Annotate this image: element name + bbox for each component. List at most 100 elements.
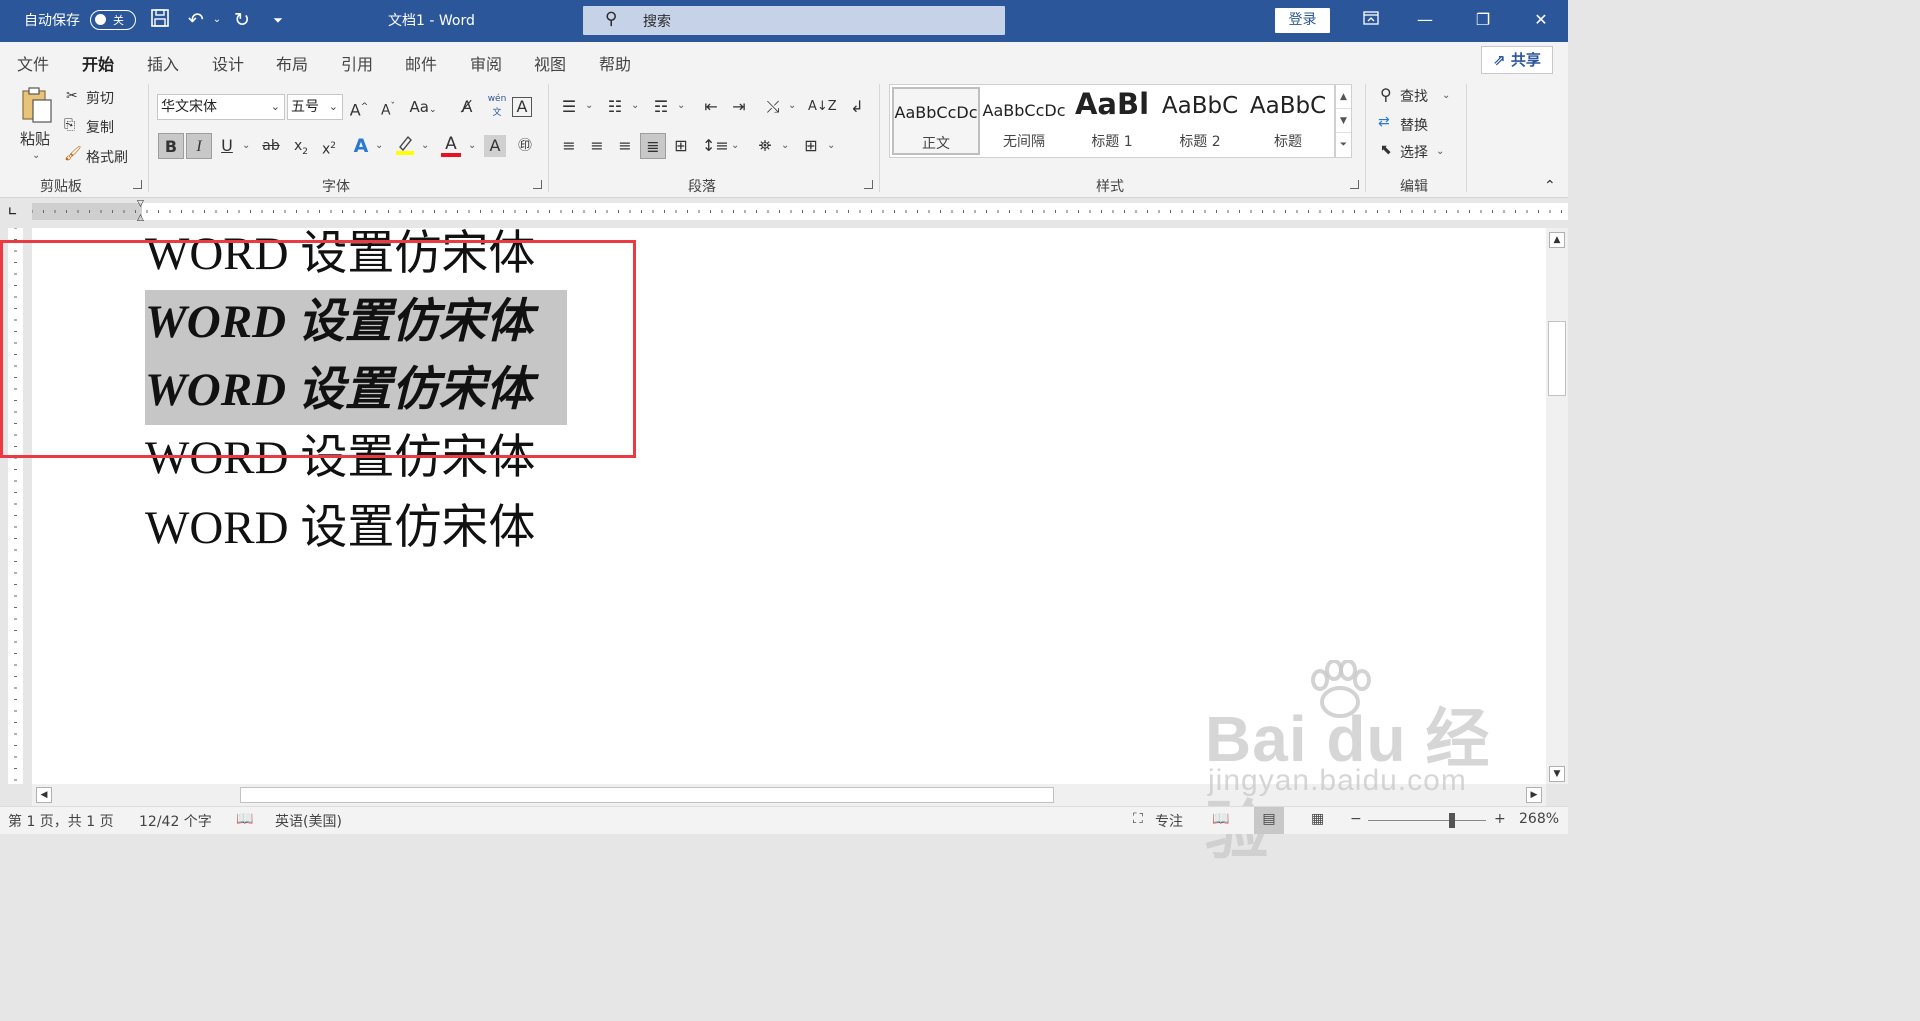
shrink-font-icon[interactable]: Aˇ <box>375 94 401 120</box>
phonetic-guide-icon[interactable]: wén 文 <box>484 92 510 118</box>
text-effects-dropdown-icon[interactable]: ⌄ <box>375 140 383 151</box>
find-button[interactable]: 查找 <box>1400 86 1428 106</box>
grow-font-icon[interactable]: A^ <box>346 94 372 120</box>
bullets-icon[interactable]: ☰ <box>556 94 582 120</box>
login-button[interactable]: 登录 <box>1275 8 1330 33</box>
increase-indent-icon[interactable]: ⇥ <box>726 94 752 120</box>
cut-button[interactable]: 剪切 <box>86 88 114 108</box>
scroll-thumb[interactable] <box>240 787 1054 803</box>
print-layout-icon[interactable]: ▤ <box>1254 807 1284 834</box>
numbering-icon[interactable]: ☷ <box>602 94 628 120</box>
align-center-icon[interactable]: ≡ <box>584 133 610 159</box>
zoom-out-icon[interactable]: − <box>1350 811 1362 827</box>
scroll-right-icon[interactable]: ▶ <box>1526 787 1542 803</box>
page-count[interactable]: 第 1 页，共 1 页 <box>8 811 114 831</box>
font-color-button[interactable]: A <box>438 131 464 157</box>
restore-icon[interactable]: ❐ <box>1468 8 1498 32</box>
clear-formatting-icon[interactable]: A̸ <box>454 94 480 120</box>
character-shading-icon[interactable]: A <box>484 135 506 157</box>
more-styles-icon[interactable]: ⏷ <box>1336 133 1351 157</box>
horizontal-scrollbar[interactable]: ◀ ▶ <box>32 784 1546 806</box>
enclose-characters-icon[interactable]: ㊞ <box>512 133 538 159</box>
sort-icon[interactable]: A↓Z <box>808 94 837 120</box>
minimize-icon[interactable]: — <box>1410 8 1440 32</box>
collapse-ribbon-icon[interactable]: ⌃ <box>1544 178 1556 194</box>
zoom-slider[interactable] <box>1368 820 1486 821</box>
customize-toolbar-icon[interactable]: ⏷ <box>266 8 290 32</box>
tab-review[interactable]: 审阅 <box>470 51 502 75</box>
highlight-color-button[interactable] <box>392 133 418 159</box>
style-no-spacing[interactable]: AaBbCcDc 无间隔 <box>980 87 1068 155</box>
zoom-in-icon[interactable]: + <box>1494 811 1506 827</box>
scroll-down-icon[interactable]: ▼ <box>1549 766 1565 782</box>
tab-insert[interactable]: 插入 <box>147 51 179 75</box>
tab-layout[interactable]: 布局 <box>276 51 308 75</box>
hanging-indent-marker[interactable]: △ <box>137 213 144 223</box>
decrease-indent-icon[interactable]: ⇤ <box>698 94 724 120</box>
scroll-thumb[interactable] <box>1548 321 1566 396</box>
style-heading-1[interactable]: AaBl 标题 1 <box>1068 87 1156 155</box>
ribbon-display-options-icon[interactable] <box>1356 8 1386 32</box>
share-button[interactable]: ⇗ 共享 <box>1481 46 1553 74</box>
chevron-up-icon[interactable]: ▲ <box>1336 85 1351 109</box>
bold-button[interactable]: B <box>158 133 184 159</box>
search-box[interactable]: ⚲ 搜索 <box>583 6 1005 35</box>
language-indicator[interactable]: 英语(美国) <box>275 811 342 831</box>
tab-home[interactable]: 开始 <box>82 51 115 82</box>
paste-button[interactable]: 粘贴 ⌄ <box>16 84 56 162</box>
zoom-slider-thumb[interactable] <box>1449 813 1455 828</box>
paragraph-launcher-icon[interactable] <box>864 180 873 189</box>
justify-icon[interactable]: ≣ <box>640 133 666 159</box>
show-marks-icon[interactable]: ↲ <box>844 94 870 120</box>
underline-button[interactable]: U <box>214 133 240 159</box>
font-name-combo[interactable]: 华文宋体 ⌄ <box>157 94 285 120</box>
focus-label[interactable]: 专注 <box>1155 811 1183 831</box>
font-launcher-icon[interactable] <box>533 180 542 189</box>
style-heading-2[interactable]: AaBbC 标题 2 <box>1156 87 1244 155</box>
clipboard-launcher-icon[interactable] <box>133 180 142 189</box>
undo-dropdown-icon[interactable]: ⌄ <box>205 8 229 32</box>
tab-mailings[interactable]: 邮件 <box>405 51 437 75</box>
italic-button[interactable]: I <box>186 133 212 159</box>
asian-layout-icon[interactable]: ⤯ <box>760 94 786 120</box>
font-color-dropdown-icon[interactable]: ⌄ <box>468 140 476 151</box>
autosave-toggle[interactable]: 关 <box>90 10 136 30</box>
bullets-dropdown-icon[interactable]: ⌄ <box>585 100 593 111</box>
copy-button[interactable]: 复制 <box>86 117 114 137</box>
chevron-down-icon[interactable]: ▼ <box>1336 109 1351 133</box>
multilevel-list-icon[interactable]: ☶ <box>648 94 674 120</box>
tab-references[interactable]: 引用 <box>341 51 373 75</box>
tab-selector-icon[interactable]: ∟ <box>8 205 17 218</box>
underline-dropdown-icon[interactable]: ⌄ <box>242 140 250 151</box>
word-count[interactable]: 12/42 个字 <box>139 811 212 831</box>
scroll-up-icon[interactable]: ▲ <box>1549 232 1565 248</box>
character-border-icon[interactable]: A <box>512 97 532 117</box>
document-line[interactable]: WORD 设置仿宋体 <box>145 498 535 558</box>
save-icon[interactable] <box>148 8 172 34</box>
multilevel-dropdown-icon[interactable]: ⌄ <box>677 100 685 111</box>
select-button[interactable]: 选择 <box>1400 142 1428 162</box>
shading-dropdown-icon[interactable]: ⌄ <box>781 140 789 151</box>
change-case-button[interactable]: Aa⌄ <box>406 94 440 120</box>
styles-gallery-scroll[interactable]: ▲ ▼ ⏷ <box>1335 84 1352 158</box>
close-icon[interactable]: ✕ <box>1526 8 1556 32</box>
highlight-dropdown-icon[interactable]: ⌄ <box>421 140 429 151</box>
proofing-icon[interactable]: 📖 <box>236 811 253 827</box>
text-effects-icon[interactable]: A <box>348 133 374 159</box>
shading-icon[interactable]: ⛯ <box>752 133 778 159</box>
numbering-dropdown-icon[interactable]: ⌄ <box>631 100 639 111</box>
line-spacing-icon[interactable]: ↕≡ <box>702 133 729 159</box>
borders-icon[interactable]: ⊞ <box>798 133 824 159</box>
tab-help[interactable]: 帮助 <box>599 51 631 75</box>
read-mode-icon[interactable]: 📖 <box>1212 811 1229 827</box>
format-painter-button[interactable]: 格式刷 <box>86 147 128 167</box>
scroll-left-icon[interactable]: ◀ <box>36 787 52 803</box>
styles-launcher-icon[interactable] <box>1350 180 1359 189</box>
focus-icon[interactable]: ⛶ <box>1133 811 1143 827</box>
align-left-icon[interactable]: ≡ <box>556 133 582 159</box>
web-layout-icon[interactable]: ▦ <box>1311 811 1324 827</box>
borders-dropdown-icon[interactable]: ⌄ <box>827 140 835 151</box>
redo-icon[interactable]: ↻ <box>230 8 254 32</box>
horizontal-ruler[interactable]: ∟ ▽ △ <box>0 199 1568 228</box>
zoom-level[interactable]: 268% <box>1519 811 1559 827</box>
